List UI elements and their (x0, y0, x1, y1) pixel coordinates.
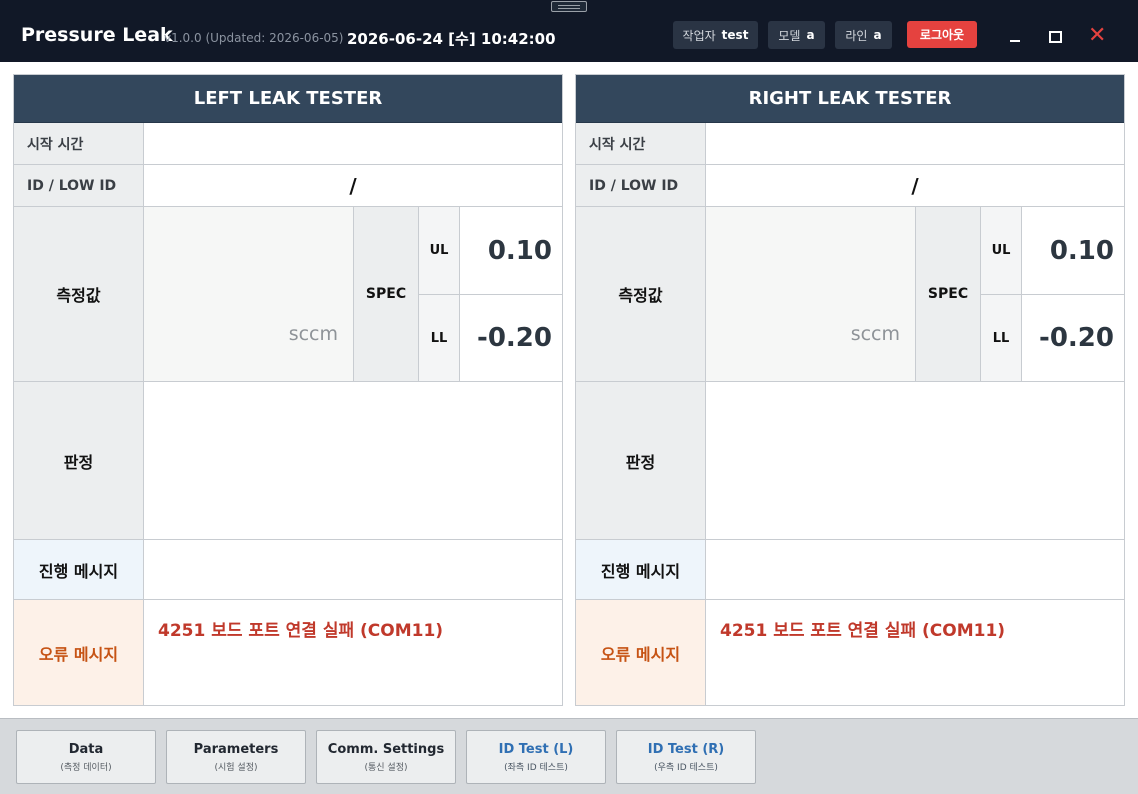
app-title: Pressure Leak (21, 24, 173, 46)
measure-value: sccm (144, 207, 354, 382)
button-sublabel: (좌측 ID 테스트) (504, 762, 568, 773)
judge-label: 판정 (14, 382, 144, 540)
parameters-button[interactable]: Parameters (시험 설정) (166, 730, 306, 784)
ll-label: LL (419, 295, 460, 382)
ll-value: -0.20 (460, 295, 562, 382)
progress-message-label: 진행 메시지 (576, 540, 706, 600)
button-label: ID Test (R) (647, 741, 725, 757)
panel-title: LEFT LEAK TESTER (14, 75, 562, 123)
progress-message-value (144, 540, 562, 600)
data-button[interactable]: Data (측정 데이터) (16, 730, 156, 784)
minimize-icon[interactable] (1010, 40, 1020, 42)
measure-unit: sccm (288, 323, 338, 345)
measure-label: 측정값 (576, 207, 706, 382)
judge-label: 판정 (576, 382, 706, 540)
maximize-icon[interactable] (1049, 31, 1062, 43)
button-label: Comm. Settings (327, 741, 445, 757)
line-value: a (873, 28, 882, 42)
id-label: ID / LOW ID (576, 165, 706, 207)
id-value: / (144, 165, 562, 207)
measure-label: 측정값 (14, 207, 144, 382)
progress-message-value (706, 540, 1124, 600)
button-sublabel: (측정 데이터) (60, 762, 112, 773)
model-value: a (806, 28, 815, 42)
error-message-value: 4251 보드 포트 연결 실패 (COM11) (144, 600, 562, 705)
button-label: Data (68, 741, 104, 757)
spec-label: SPEC (354, 207, 419, 382)
start-time-label: 시작 시간 (576, 123, 706, 165)
current-datetime: 2026-06-24 [수] 10:42:00 (347, 30, 556, 48)
model-badge: 모델 a (768, 21, 825, 49)
ll-value: -0.20 (1022, 295, 1124, 382)
button-label: Parameters (193, 741, 279, 757)
comm-settings-button[interactable]: Comm. Settings (통신 설정) (316, 730, 456, 784)
button-sublabel: (통신 설정) (364, 762, 408, 773)
line-badge: 라인 a (835, 21, 892, 49)
logout-button[interactable]: 로그아웃 (907, 21, 977, 48)
start-time-value (144, 123, 562, 165)
left-leak-tester-panel: LEFT LEAK TESTER 시작 시간 ID / LOW ID / 측정값… (13, 74, 563, 706)
operator-value: test (721, 28, 749, 42)
error-message-label: 오류 메시지 (14, 600, 144, 705)
id-value: / (706, 165, 1124, 207)
operator-label: 작업자 (682, 28, 716, 43)
error-message-label: 오류 메시지 (576, 600, 706, 705)
model-label: 모델 (778, 28, 801, 43)
panel-title: RIGHT LEAK TESTER (576, 75, 1124, 123)
measure-value: sccm (706, 207, 916, 382)
spec-label: SPEC (916, 207, 981, 382)
judge-value (706, 382, 1124, 540)
button-sublabel: (시험 설정) (214, 762, 258, 773)
app-version: v1.0.0 (Updated: 2026-06-05) (164, 31, 344, 45)
progress-message-label: 진행 메시지 (14, 540, 144, 600)
start-time-label: 시작 시간 (14, 123, 144, 165)
measure-unit: sccm (850, 323, 900, 345)
drag-handle-icon[interactable] (551, 1, 587, 12)
id-test-right-button[interactable]: ID Test (R) (우측 ID 테스트) (616, 730, 756, 784)
line-label: 라인 (845, 28, 868, 43)
close-icon[interactable]: ✕ (1088, 24, 1106, 48)
ll-label: LL (981, 295, 1022, 382)
operator-badge: 작업자 test (673, 21, 758, 49)
start-time-value (706, 123, 1124, 165)
ul-label: UL (981, 207, 1022, 295)
title-bar: Pressure Leak v1.0.0 (Updated: 2026-06-0… (0, 0, 1138, 62)
ul-label: UL (419, 207, 460, 295)
id-label: ID / LOW ID (14, 165, 144, 207)
right-leak-tester-panel: RIGHT LEAK TESTER 시작 시간 ID / LOW ID / 측정… (575, 74, 1125, 706)
judge-value (144, 382, 562, 540)
ul-value: 0.10 (1022, 207, 1124, 295)
button-label: ID Test (L) (498, 741, 574, 757)
ul-value: 0.10 (460, 207, 562, 295)
id-test-left-button[interactable]: ID Test (L) (좌측 ID 테스트) (466, 730, 606, 784)
error-message-value: 4251 보드 포트 연결 실패 (COM11) (706, 600, 1124, 705)
button-sublabel: (우측 ID 테스트) (654, 762, 718, 773)
